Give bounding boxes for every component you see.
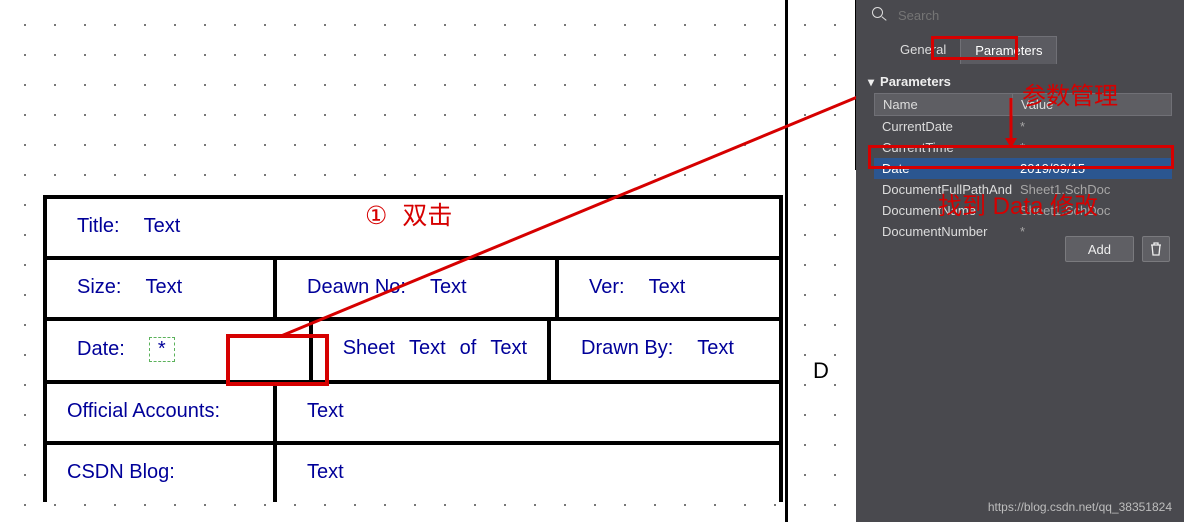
annotation-box-row xyxy=(868,145,1174,169)
official-value: Text xyxy=(307,400,344,423)
cell-ver[interactable]: Ver: Text xyxy=(559,260,779,317)
title-label: Title: xyxy=(77,215,120,238)
param-row[interactable]: CurrentDate * xyxy=(874,116,1172,137)
cell-csdn-val[interactable]: Text xyxy=(277,445,779,502)
title-value: Text xyxy=(144,215,181,238)
ver-value: Text xyxy=(649,276,686,299)
annotation-box-tab xyxy=(931,36,1018,60)
drawno-value: Text xyxy=(430,276,467,299)
watermark: https://blog.csdn.net/qq_38351824 xyxy=(988,500,1172,514)
cell-official[interactable]: Official Accounts: xyxy=(47,384,277,441)
annotation-param-mgr: 参数管理 xyxy=(1022,76,1118,111)
drawnby-label: Drawn By: xyxy=(581,337,673,360)
zone-label: D xyxy=(813,358,829,384)
date-label: Date: xyxy=(77,338,125,361)
section-title: Parameters xyxy=(880,74,951,89)
col-name: Name xyxy=(874,93,1012,116)
annotation-num-icon: ① xyxy=(365,202,387,230)
title-block[interactable]: Title: Text Size: Text Deawn No: Text Ve… xyxy=(43,195,783,502)
csdn-value: Text xyxy=(307,461,344,484)
search-icon xyxy=(872,7,888,23)
sheet-of-label: of xyxy=(460,337,477,360)
ver-label: Ver: xyxy=(589,276,625,299)
annotation-doubleclick: ① 双击 xyxy=(365,196,452,232)
size-label: Size: xyxy=(77,276,121,299)
caret-down-icon: ▾ xyxy=(868,75,874,89)
sheet-label: Sheet xyxy=(343,337,395,360)
schematic-sheet[interactable]: D Title: Text Size: Text Deawn No: Text xyxy=(0,0,856,522)
annotation-doubleclick-text: 双击 xyxy=(402,202,452,230)
add-button[interactable]: Add xyxy=(1065,236,1134,262)
cell-official-val[interactable]: Text xyxy=(277,384,779,441)
panel-search[interactable] xyxy=(872,4,1172,26)
drawnby-value: Text xyxy=(697,337,734,360)
delete-button[interactable] xyxy=(1142,236,1170,262)
date-value[interactable]: * xyxy=(149,337,175,362)
sheet-value: Text xyxy=(409,337,446,360)
trash-icon xyxy=(1150,242,1162,256)
csdn-label: CSDN Blog: xyxy=(67,461,175,484)
cell-drawno[interactable]: Deawn No: Text xyxy=(277,260,559,317)
param-value: * xyxy=(1012,116,1172,137)
sheet-total: Text xyxy=(490,337,527,360)
cell-drawnby[interactable]: Drawn By: Text xyxy=(551,321,779,380)
official-label: Official Accounts: xyxy=(67,400,220,423)
annotation-box-date xyxy=(226,334,329,386)
cell-sheet[interactable]: Sheet Text of Text xyxy=(313,321,551,380)
drawno-label: Deawn No: xyxy=(307,276,406,299)
param-name: CurrentDate xyxy=(874,116,1012,137)
cell-csdn[interactable]: CSDN Blog: xyxy=(47,445,277,502)
search-input[interactable] xyxy=(896,7,1172,24)
cell-size[interactable]: Size: Text xyxy=(47,260,277,317)
size-value: Text xyxy=(145,276,182,299)
annotation-find-data: 找到 Data 修改 xyxy=(938,186,1098,221)
